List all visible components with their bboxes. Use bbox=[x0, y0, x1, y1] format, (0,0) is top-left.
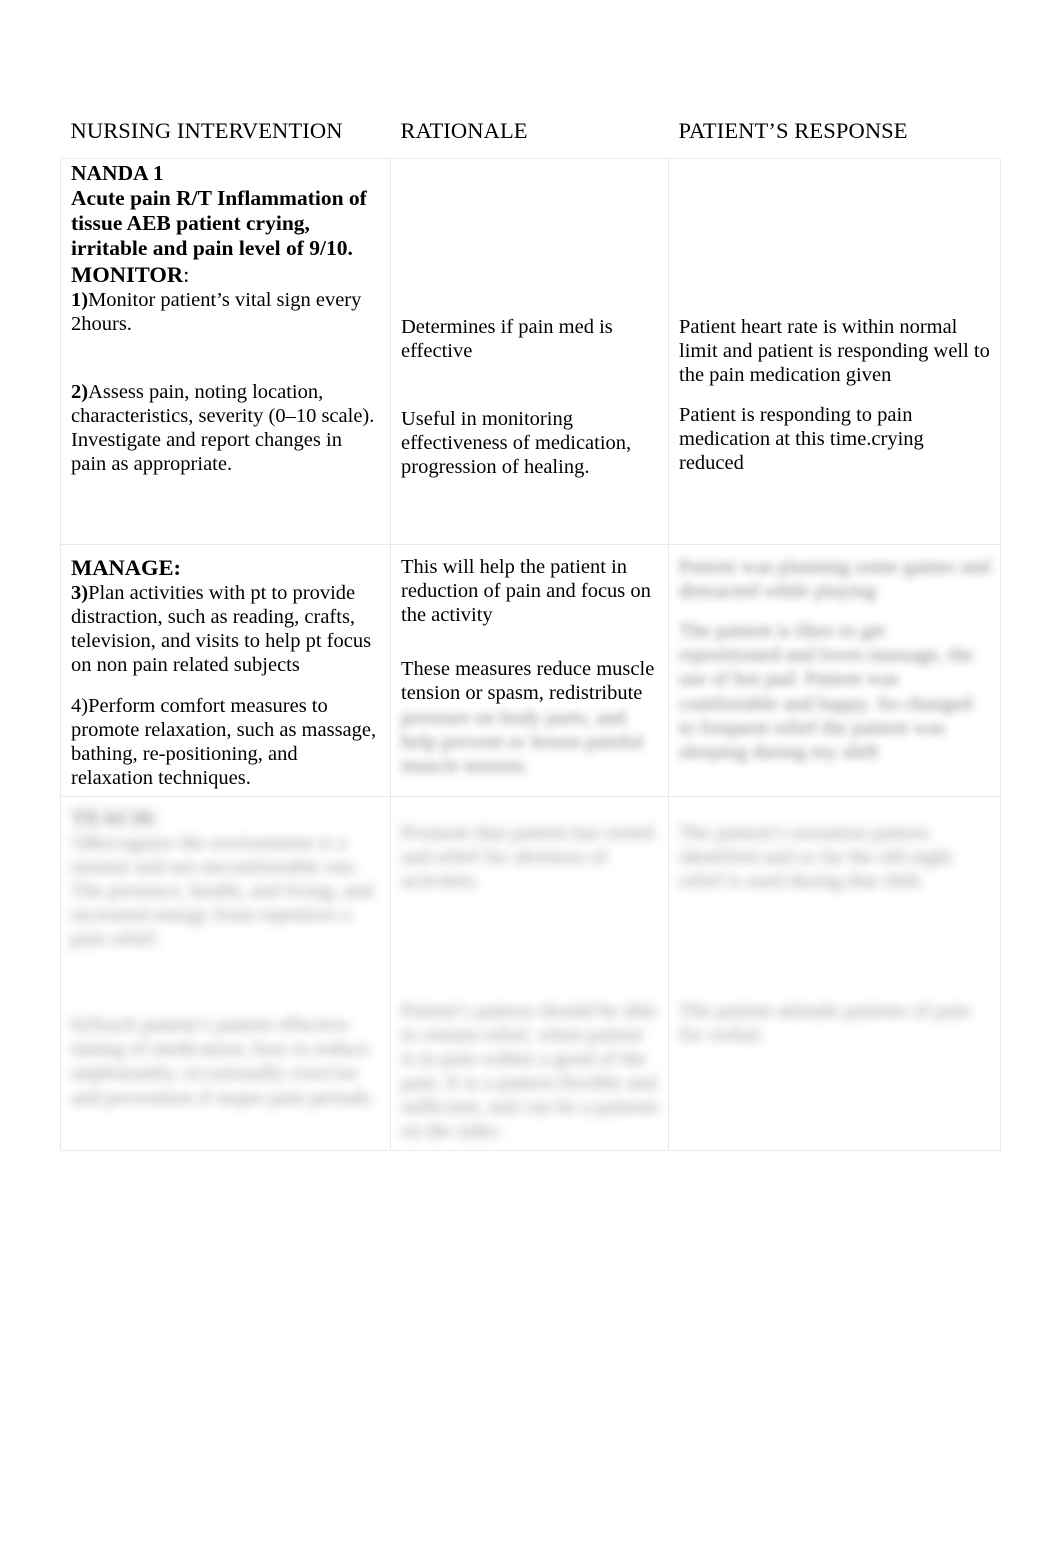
intervention-item-2-text: Assess pain, noting location, characteri… bbox=[71, 380, 375, 476]
response-item-5-obscured: The patient’s sensation pattern identifi… bbox=[679, 821, 953, 892]
table-row-manage: MANAGE: 3)Plan activities with pt to pro… bbox=[60, 544, 1001, 797]
rationale-item-4-visible: These measures reduce muscle tension or … bbox=[401, 658, 655, 705]
cell-obscured-response: The patient’s sensation pattern identifi… bbox=[668, 795, 1001, 1151]
section-heading-teach-obscured: TEACH: bbox=[71, 804, 159, 830]
section-heading-monitor-colon: : bbox=[183, 261, 190, 287]
intervention-item-1: 1)Monitor patient’s vital sign every 2ho… bbox=[71, 288, 382, 336]
cell-monitor-rationale: Determines if pain med is effective Usef… bbox=[390, 157, 669, 546]
header-cell-intervention: NURSING INTERVENTION bbox=[60, 118, 391, 159]
header-cell-response: PATIENT’S RESPONSE bbox=[668, 118, 1001, 159]
intervention-item-4-text: Perform comfort measures to promote rela… bbox=[71, 694, 377, 789]
cell-obscured-intervention: TEACH: 5)Recognize the environment is a … bbox=[60, 795, 391, 1151]
nanda-label: NANDA 1 bbox=[71, 161, 164, 185]
intervention-item-2: 2)Assess pain, noting location, characte… bbox=[71, 380, 382, 476]
rationale-item-1: Determines if pain med is effective bbox=[401, 316, 613, 363]
intervention-item-4-number: 4) bbox=[71, 694, 89, 717]
cell-obscured-rationale: Promote that patient has rested and reli… bbox=[390, 795, 669, 1151]
rationale-item-4-obscured: pressure on body parts, and help prevent… bbox=[401, 706, 644, 777]
rationale-item-6-obscured: Patient’s pattern should be able to rema… bbox=[401, 1000, 660, 1143]
intervention-item-3: 3)Plan activities with pt to provide dis… bbox=[71, 581, 382, 677]
cell-manage-rationale: This will help the patient in reduction … bbox=[390, 544, 669, 797]
cell-manage-response: Patient was planning some games and dist… bbox=[668, 544, 1001, 797]
column-header-rationale: RATIONALE bbox=[400, 118, 528, 143]
rationale-item-5-obscured: Promote that patient has rested and reli… bbox=[401, 821, 654, 892]
nanda-diagnosis-statement: Acute pain R/T Inflammation of tissue AE… bbox=[71, 186, 367, 261]
cell-monitor-response: Patient heart rate is within normal limi… bbox=[668, 157, 1001, 546]
column-header-nursing-intervention: NURSING INTERVENTION bbox=[70, 118, 343, 143]
intervention-item-4: 4)Perform comfort measures to promote re… bbox=[71, 694, 382, 790]
column-header-patients-response: PATIENT’S RESPONSE bbox=[678, 118, 908, 143]
header-cell-rationale: RATIONALE bbox=[390, 118, 669, 159]
response-item-2: Patient is responding to pain medication… bbox=[679, 404, 924, 475]
cell-manage-intervention: MANAGE: 3)Plan activities with pt to pro… bbox=[60, 544, 391, 797]
intervention-item-6-obscured: 6)Teach patient’s patient effective timi… bbox=[71, 1014, 375, 1109]
care-plan-table: NURSING INTERVENTION RATIONALE PATIENT’S… bbox=[60, 118, 1001, 1151]
section-heading-monitor-label: MONITOR bbox=[71, 261, 184, 287]
section-heading-monitor: MONITOR: bbox=[71, 262, 382, 288]
intervention-item-5-obscured: 5)Recognize the environment is a normal … bbox=[71, 831, 373, 951]
table-header-row: NURSING INTERVENTION RATIONALE PATIENT’S… bbox=[60, 118, 1001, 159]
response-item-6-obscured: The patient attitude patients of pain fo… bbox=[679, 1000, 970, 1047]
rationale-item-3: This will help the patient in reduction … bbox=[401, 556, 651, 627]
section-heading-manage: MANAGE: bbox=[71, 555, 181, 581]
table-row-obscured: TEACH: 5)Recognize the environment is a … bbox=[60, 795, 1001, 1151]
intervention-item-1-text: Monitor patient’s vital sign every 2hour… bbox=[71, 288, 362, 335]
response-item-1: Patient heart rate is within normal limi… bbox=[679, 316, 990, 387]
rationale-item-2: Useful in monitoring effectiveness of me… bbox=[401, 408, 632, 479]
intervention-item-1-number: 1) bbox=[71, 288, 89, 311]
intervention-item-3-text: Plan activities with pt to provide distr… bbox=[71, 582, 372, 677]
cell-monitor-intervention: NANDA 1 Acute pain R/T Inflammation of t… bbox=[60, 157, 391, 546]
intervention-item-3-number: 3) bbox=[71, 582, 89, 605]
document-page: NURSING INTERVENTION RATIONALE PATIENT’S… bbox=[0, 0, 1062, 1556]
table-row-monitor: NANDA 1 Acute pain R/T Inflammation of t… bbox=[60, 157, 1001, 546]
response-item-3-obscured: Patient was planning some games and dist… bbox=[679, 556, 991, 603]
response-item-4-obscured: The patient is likes to get repositioned… bbox=[679, 620, 974, 763]
intervention-item-2-number: 2) bbox=[71, 380, 89, 403]
